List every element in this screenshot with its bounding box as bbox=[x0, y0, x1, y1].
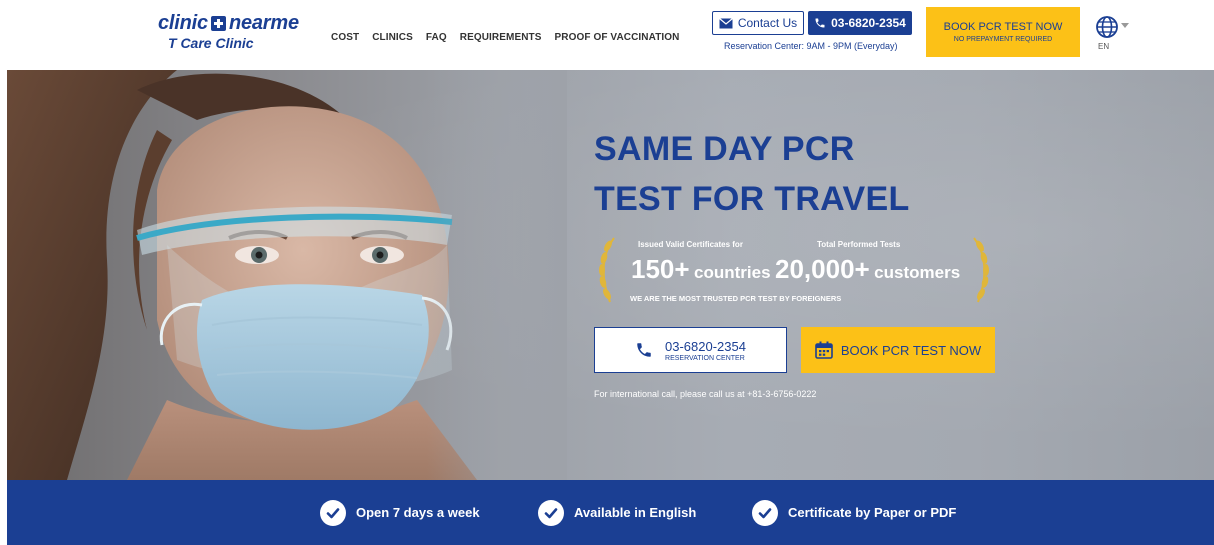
reservation-hours: Reservation Center: 9AM - 9PM (Everyday) bbox=[724, 41, 898, 51]
feature-available-english: Available in English bbox=[538, 480, 696, 545]
hero-title-line2: TEST FOR TRAVEL bbox=[594, 180, 910, 218]
international-call-note: For international call, please call us a… bbox=[594, 389, 817, 399]
phone-icon bbox=[637, 343, 651, 357]
hero-call-text: 03-6820-2354 RESERVATION CENTER bbox=[665, 339, 746, 362]
header-phone-label: 03-6820-2354 bbox=[831, 16, 906, 30]
phone-icon bbox=[815, 18, 825, 28]
stat-countries-label: Issued Valid Certificates for bbox=[638, 240, 743, 249]
check-circle-icon bbox=[752, 499, 778, 526]
check-circle-icon bbox=[320, 499, 346, 526]
nav-clinics[interactable]: CLINICS bbox=[372, 32, 413, 43]
nav-cost[interactable]: COST bbox=[331, 32, 359, 43]
envelope-icon bbox=[718, 17, 733, 28]
chevron-down-icon bbox=[1121, 23, 1129, 28]
stat-countries-number: 150+ bbox=[631, 254, 690, 284]
nav-proof-of-vaccination[interactable]: PROOF OF VACCINATION bbox=[555, 32, 680, 43]
site-header: clinic nearme T Care Clinic COST CLINICS… bbox=[0, 0, 1214, 70]
hero-title-line1: SAME DAY PCR bbox=[594, 130, 855, 168]
book-pcr-header-label: BOOK PCR TEST NOW bbox=[943, 21, 1063, 33]
hero-call-button[interactable]: 03-6820-2354 RESERVATION CENTER bbox=[594, 327, 787, 373]
feature-open-7-days-label: Open 7 days a week bbox=[356, 505, 480, 520]
feature-certificate-paper-pdf-label: Certificate by Paper or PDF bbox=[788, 505, 957, 520]
nav-requirements[interactable]: REQUIREMENTS bbox=[460, 32, 542, 43]
feature-bar: Open 7 days a week Available in English … bbox=[7, 480, 1214, 545]
globe-icon bbox=[1096, 16, 1118, 38]
no-prepayment-note: NO PREPAYMENT REQUIRED bbox=[953, 36, 1053, 43]
calendar-icon bbox=[815, 341, 833, 359]
stat-tests-label: Total Performed Tests bbox=[817, 240, 901, 249]
logo[interactable]: clinic nearme T Care Clinic bbox=[158, 13, 299, 50]
medical-cross-icon bbox=[210, 15, 226, 31]
nav-faq[interactable]: FAQ bbox=[426, 32, 447, 43]
stat-tests: 20,000+ customers bbox=[775, 254, 960, 285]
stat-tests-unit: customers bbox=[874, 263, 961, 282]
hero-stats: Issued Valid Certificates for 150+ count… bbox=[594, 236, 994, 306]
hero-call-sub: RESERVATION CENTER bbox=[665, 354, 745, 362]
language-selector[interactable]: EN bbox=[1095, 15, 1129, 55]
logo-subtitle: T Care Clinic bbox=[168, 35, 254, 51]
book-pcr-hero-button[interactable]: BOOK PCR TEST NOW bbox=[801, 327, 995, 373]
laurel-right-icon bbox=[973, 237, 989, 303]
book-pcr-header-button[interactable]: BOOK PCR TEST NOW NO PREPAYMENT REQUIRED bbox=[926, 7, 1080, 57]
feature-certificate-paper-pdf: Certificate by Paper or PDF bbox=[752, 480, 956, 545]
contact-us-label: Contact Us bbox=[737, 16, 798, 30]
hero-call-number: 03-6820-2354 bbox=[665, 338, 746, 354]
header-phone-button[interactable]: 03-6820-2354 bbox=[808, 11, 912, 35]
stat-tests-number: 20,000+ bbox=[775, 254, 870, 284]
hero-photo-woman-with-mask bbox=[7, 70, 567, 480]
feature-open-7-days: Open 7 days a week bbox=[320, 480, 480, 545]
stat-countries: 150+ countries bbox=[631, 254, 771, 285]
language-code: EN bbox=[1098, 42, 1110, 51]
book-pcr-hero-label: BOOK PCR TEST NOW bbox=[840, 342, 982, 358]
hero-banner: SAME DAY PCR TEST FOR TRAVEL Issued Vali… bbox=[7, 70, 1214, 480]
main-nav: COST CLINICS FAQ REQUIREMENTS PROOF OF V… bbox=[331, 32, 679, 43]
trust-statement: WE ARE THE MOST TRUSTED PCR TEST BY FORE… bbox=[630, 294, 842, 303]
laurel-left-icon bbox=[599, 237, 615, 303]
logo-brand: clinic nearme bbox=[158, 13, 299, 33]
hero-title: SAME DAY PCR TEST FOR TRAVEL bbox=[594, 124, 910, 224]
check-circle-icon bbox=[538, 499, 564, 526]
logo-brand-part2: nearme bbox=[228, 12, 299, 34]
logo-brand-part1: clinic bbox=[158, 12, 208, 34]
contact-us-button[interactable]: Contact Us bbox=[712, 11, 804, 35]
feature-available-english-label: Available in English bbox=[574, 505, 697, 520]
stat-countries-unit: countries bbox=[694, 263, 771, 282]
